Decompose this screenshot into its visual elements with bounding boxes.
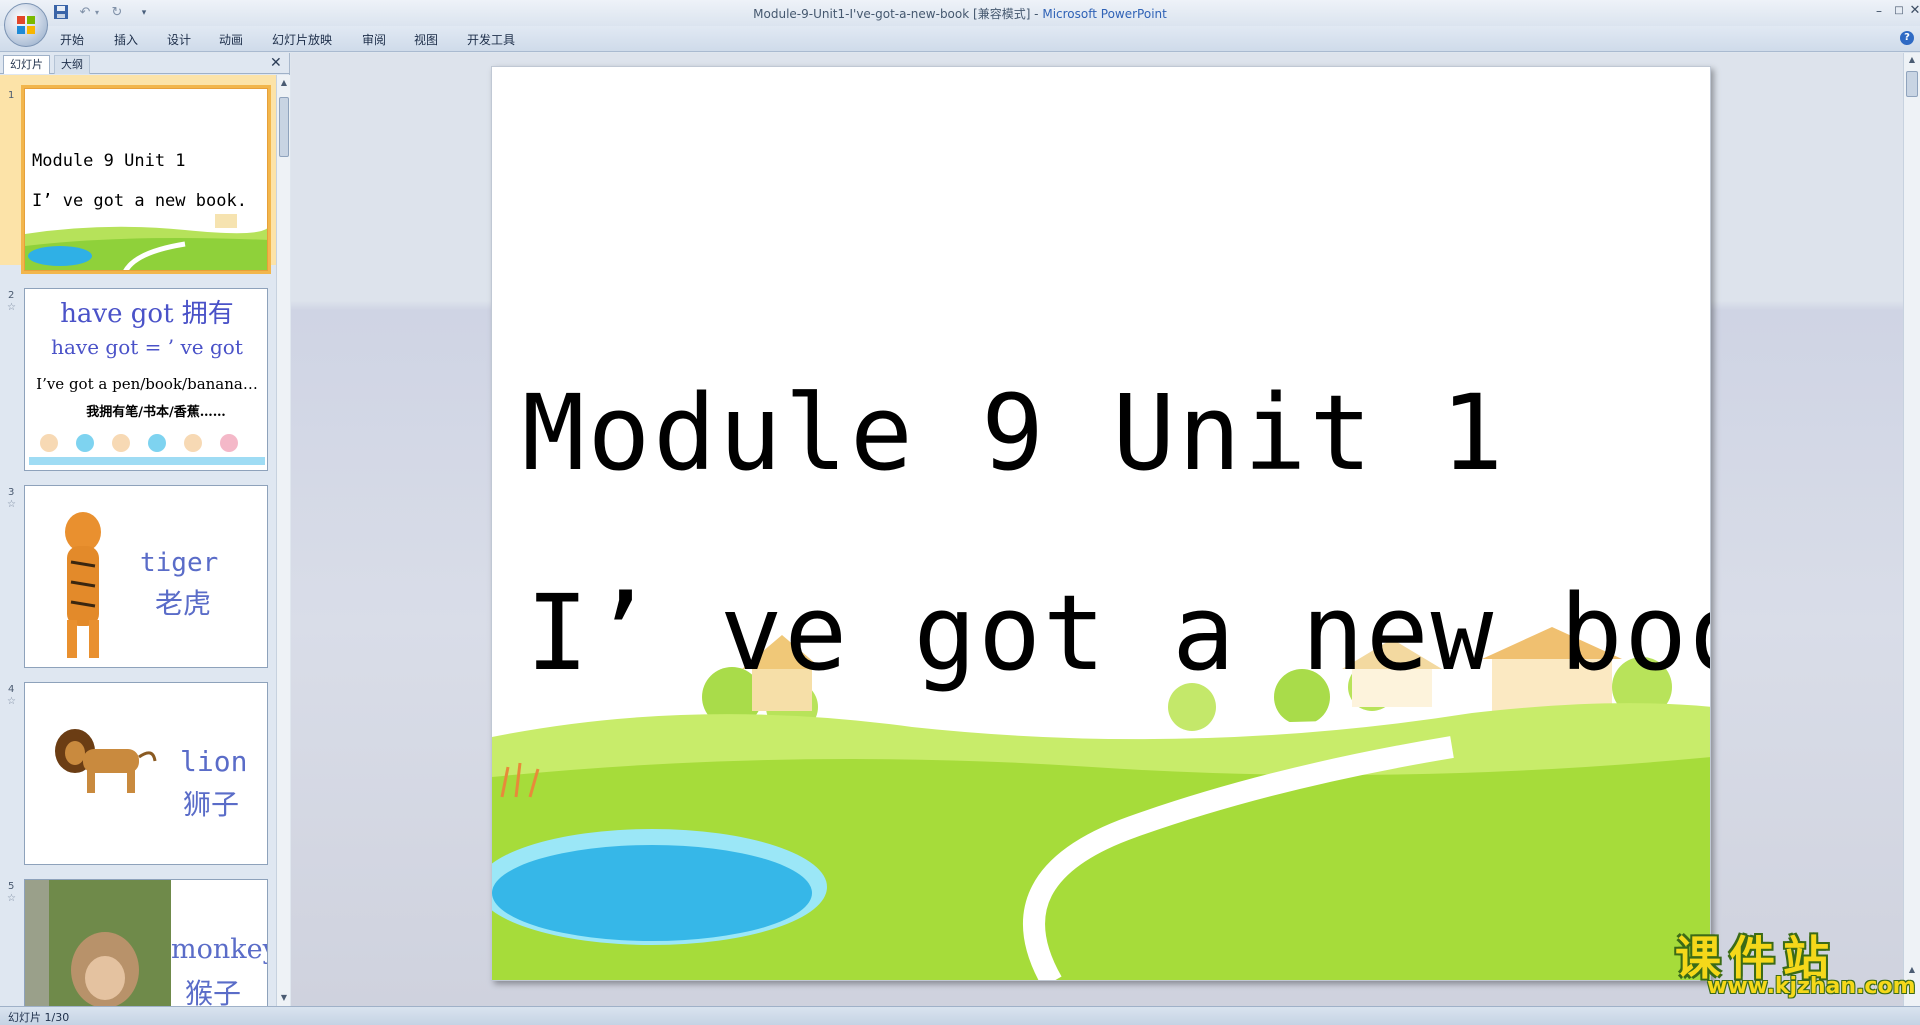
thumbnail-scrollbar[interactable]: ▲ ▼ [276,75,290,1006]
tab-design[interactable]: 设计 [167,31,191,48]
animation-star-icon: ☆ [7,302,16,313]
close-icon[interactable]: ✕ [1904,3,1920,19]
thumbnail-line: 我拥有笔/书本/香蕉…… [86,405,226,420]
thumbnail-line: I’ve got a pen/book/banana… [36,375,258,393]
current-slide[interactable]: Module 9 Unit 1 I’ ve got a new book. [491,66,1711,981]
tab-insert[interactable]: 插入 [114,31,138,48]
thumbnail-row[interactable]: 4 ☆ lion 狮子 [0,682,276,872]
close-icon[interactable]: ✕ [270,55,282,71]
minimize-icon[interactable]: – [1868,3,1890,19]
vocab-word: lion [180,745,248,778]
thumbnail-line: have got = ’ ve got [51,335,243,359]
slide-subtitle[interactable]: I’ ve got a new book. [526,572,1710,694]
window-title: Module-9-Unit1-I've-got-a-new-book [兼容模式… [0,5,1920,22]
office-logo-icon [17,16,35,34]
thumbnail-list: 1 Module 9 Unit 1 I’ ve got a new book. … [0,75,276,1006]
tiger-image [65,512,101,658]
vocab-word: monkey [171,934,268,965]
vocab-translation: 猴子 [185,977,242,1006]
office-button[interactable] [4,3,48,47]
animation-star-icon: ☆ [7,893,16,904]
thumbnail-row[interactable]: 1 Module 9 Unit 1 I’ ve got a new book. [0,85,276,278]
tab-review[interactable]: 审阅 [362,31,386,48]
slide-thumbnail[interactable]: Module 9 Unit 1 I’ ve got a new book. [21,85,271,274]
lion-image [55,729,157,793]
slide-thumbnail[interactable]: lion 狮子 [24,682,268,865]
window-title-app: Microsoft PowerPoint [1042,7,1167,21]
scroll-up-icon[interactable]: ▲ [1906,55,1918,67]
tab-slides[interactable]: 幻灯片 [3,55,50,74]
thumbnail-row[interactable]: 5 ☆ monkey 猴子 [0,879,276,1006]
slide-thumbnail[interactable]: have got 拥有 have got = ’ ve got I’ve got… [24,288,268,471]
tab-slideshow[interactable]: 幻灯片放映 [272,31,332,48]
ribbon-tab-bar: 开始 插入 设计 动画 幻灯片放映 审阅 视图 开发工具 ? [0,26,1920,52]
site-watermark: 课件站 www.kjzhan.com [1667,922,1916,1004]
slide-thumbnail[interactable]: tiger 老虎 [24,485,268,668]
tab-developer[interactable]: 开发工具 [467,31,515,48]
scrollbar-thumb[interactable] [279,97,289,157]
vocab-word: tiger [140,548,219,578]
slides-pane: 幻灯片 大纲 ✕ 1 Module 9 Unit 1 I’ ve got a n… [0,53,290,1006]
slide-number: 5 [8,881,15,892]
vocab-translation: 狮子 [183,788,240,821]
cartoon-characters-illustration [29,434,265,465]
watermark-url: www.kjzhan.com [1707,974,1916,999]
thumbnail-row[interactable]: 3 ☆ tiger 老虎 [0,485,276,675]
monkey-image [25,880,171,1006]
scrollbar-thumb[interactable] [1906,71,1918,97]
slide-thumbnail[interactable]: monkey 猴子 [24,879,268,1006]
tab-animation[interactable]: 动画 [219,31,243,48]
thumbnail-title: Module 9 Unit 1 [32,151,186,171]
slide-title[interactable]: Module 9 Unit 1 [522,372,1506,494]
canvas-scrollbar[interactable]: ▲ ▲ ▼ [1903,53,1920,1006]
tab-outline[interactable]: 大纲 [54,55,90,74]
title-bar: ↶ ▾ ↻ ▾ Module-9-Unit1-I've-got-a-new-bo… [0,0,1920,26]
slide-number: 4 [8,684,15,695]
animation-star-icon: ☆ [7,499,16,510]
scroll-up-icon[interactable]: ▲ [278,76,290,90]
animation-star-icon: ☆ [7,696,16,707]
scroll-down-icon[interactable]: ▼ [278,991,290,1005]
thumbnail-row[interactable]: 2 ☆ have got 拥有 have got = ’ ve got I’ve… [0,288,276,478]
thumbnail-line: have got 拥有 [60,299,234,329]
pane-tabs: 幻灯片 大纲 ✕ [0,53,290,74]
help-icon[interactable]: ? [1900,31,1914,45]
slide-number: 2 [8,290,15,301]
slide-canvas: Module 9 Unit 1 I’ ve got a new book. [291,53,1903,1006]
slide-number: 3 [8,487,15,498]
landscape-illustration [25,214,267,270]
status-bar: 幻灯片 1/30 [0,1006,1920,1025]
tab-home[interactable]: 开始 [60,31,84,48]
slide-number: 1 [8,90,15,101]
slide-position-indicator: 幻灯片 1/30 [8,1011,70,1024]
vocab-translation: 老虎 [155,587,212,620]
tab-view[interactable]: 视图 [414,31,438,48]
window-title-file: Module-9-Unit1-I've-got-a-new-book [兼容模式… [753,7,1043,21]
